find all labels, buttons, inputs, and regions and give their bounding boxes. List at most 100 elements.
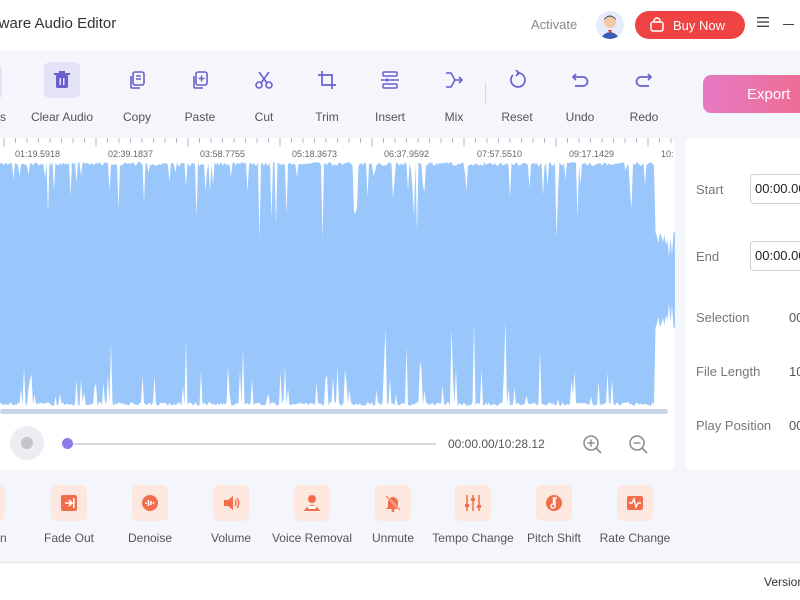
zoom-out-icon[interactable]	[628, 434, 648, 454]
stop-button[interactable]	[10, 426, 44, 460]
file-length-value: 10	[789, 364, 800, 379]
selection-value: 00	[789, 310, 800, 325]
clear-audio-label: Clear Audio	[30, 110, 94, 124]
cart-icon	[650, 17, 664, 32]
partial-effect-icon[interactable]	[0, 485, 5, 521]
fade-out-icon	[61, 495, 77, 511]
undo-button[interactable]: Undo	[545, 62, 615, 124]
playback-progress-knob[interactable]	[62, 438, 73, 449]
tick-label: 06:37.9592	[384, 149, 430, 159]
start-time-field[interactable]: 00:00.00	[750, 174, 800, 204]
trim-label: Trim	[315, 110, 339, 124]
pitch-icon	[546, 495, 562, 511]
buy-now-button[interactable]: Buy Now	[635, 11, 745, 39]
partial-tool-icon[interactable]	[0, 64, 2, 100]
copy-icon	[130, 71, 145, 89]
trim-button[interactable]: Trim	[292, 62, 362, 124]
copy-button[interactable]: Copy	[102, 62, 172, 124]
voice-removal-button[interactable]: Voice Removal	[270, 485, 354, 545]
version-label: Version	[764, 575, 800, 589]
crop-icon	[318, 71, 336, 89]
end-time-field[interactable]: 00:00.00	[750, 241, 800, 271]
insert-button[interactable]: Insert	[355, 62, 425, 124]
undo-icon	[571, 73, 589, 87]
tempo-change-button[interactable]: Tempo Change	[431, 485, 515, 545]
reset-label: Reset	[501, 110, 533, 124]
toolbar: s Clear Audio Copy Paste Cut Trim Insert…	[0, 52, 800, 132]
fade-out-label: Fade Out	[43, 531, 95, 545]
status-bar: Version	[0, 562, 800, 600]
denoise-button[interactable]: Denoise	[108, 485, 192, 545]
reset-icon	[510, 70, 526, 88]
denoise-label: Denoise	[127, 531, 173, 545]
fade-out-button[interactable]: Fade Out	[27, 485, 111, 545]
cut-button[interactable]: Cut	[229, 62, 299, 124]
app-title: eeware Audio Editor	[0, 15, 117, 32]
denoise-icon	[142, 495, 158, 511]
pulse-icon	[627, 496, 643, 510]
start-label: Start	[696, 182, 724, 197]
end-label: End	[696, 249, 720, 264]
tick-label: 02:39.1837	[108, 149, 154, 159]
buy-now-label: Buy Now	[673, 17, 726, 33]
rate-change-label: Rate Change	[599, 531, 671, 545]
speaker-icon	[224, 496, 240, 510]
copy-label: Copy	[122, 110, 151, 124]
insert-icon	[381, 71, 399, 89]
waveform-scrollbar[interactable]	[0, 409, 668, 414]
minimize-icon[interactable]	[783, 24, 794, 25]
tick-label: 05:18.3673	[292, 149, 338, 159]
mix-icon	[446, 72, 464, 88]
selection-label: Selection	[696, 310, 750, 325]
tick-label: 01:19.5918	[15, 149, 61, 159]
tick-label: 03:58.7755	[200, 149, 246, 159]
unmute-button[interactable]: Unmute	[351, 485, 435, 545]
play-position-label: Play Position	[696, 418, 772, 433]
undo-label: Undo	[565, 110, 595, 124]
paste-button[interactable]: Paste	[165, 62, 235, 124]
redo-icon	[635, 73, 653, 87]
person-icon	[304, 495, 320, 511]
clear-audio-button[interactable]: Clear Audio	[27, 62, 97, 124]
selection-panel: Start 00:00.00 End 00:00.00 Selection 00…	[685, 138, 800, 470]
export-button[interactable]: Export	[703, 75, 800, 113]
playback-progress-track[interactable]	[66, 443, 436, 445]
file-length-label: File Length	[696, 364, 761, 379]
pitch-shift-label: Pitch Shift	[526, 531, 582, 545]
cut-label: Cut	[254, 110, 274, 124]
zoom-in-icon[interactable]	[582, 434, 602, 454]
activate-link[interactable]: Activate	[531, 17, 577, 32]
sliders-icon	[465, 495, 481, 511]
audio-waveform[interactable]	[0, 160, 675, 410]
unmute-label: Unmute	[371, 531, 415, 545]
menu-icon[interactable]	[757, 16, 769, 28]
play-position-value: 00	[789, 418, 800, 433]
insert-label: Insert	[374, 110, 405, 124]
trash-icon	[54, 71, 70, 88]
paste-label: Paste	[184, 110, 216, 124]
mix-label: Mix	[444, 110, 464, 124]
voice-removal-label: Voice Removal	[271, 531, 353, 545]
reset-button[interactable]: Reset	[482, 62, 552, 124]
avatar-icon	[600, 15, 620, 39]
rate-change-button[interactable]: Rate Change	[593, 485, 677, 545]
time-readout: 00:00.00/10:28.12	[448, 437, 545, 451]
waveform-panel: 01:19.5918 02:39.1837 03:58.7755 05:18.3…	[0, 138, 675, 470]
pitch-shift-button[interactable]: Pitch Shift	[512, 485, 596, 545]
scissors-icon	[255, 71, 273, 89]
partial-effect-label: n	[0, 531, 7, 545]
tempo-change-label: Tempo Change	[432, 531, 514, 545]
bell-mute-icon	[385, 495, 401, 512]
volume-label: Volume	[210, 531, 252, 545]
tick-label: 09:17.1429	[569, 149, 615, 159]
redo-button[interactable]: Redo	[609, 62, 679, 124]
volume-button[interactable]: Volume	[189, 485, 273, 545]
title-bar: eeware Audio Editor Activate Buy Now	[0, 0, 800, 50]
mix-button[interactable]: Mix	[419, 62, 489, 124]
effects-bar: n Fade Out Denoise Volume Voice Removal …	[0, 476, 800, 556]
timeline-ruler[interactable]: 01:19.5918 02:39.1837 03:58.7755 05:18.3…	[0, 138, 675, 160]
partial-tool-label: s	[0, 110, 6, 124]
user-avatar[interactable]	[596, 11, 624, 39]
stop-icon	[21, 437, 33, 449]
tick-label: 07:57.5510	[477, 149, 523, 159]
